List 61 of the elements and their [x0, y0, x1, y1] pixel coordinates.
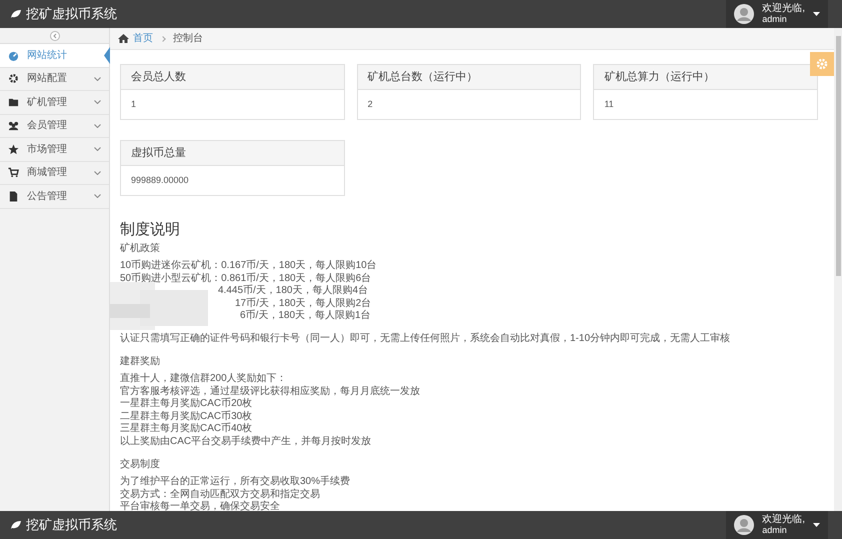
settings-button[interactable] — [810, 52, 834, 76]
cart-icon — [8, 167, 19, 178]
user-name: admin — [762, 525, 788, 535]
folder-icon — [8, 96, 19, 108]
text-line: 认证只需填写正确的证件号码和银行卡号（同一人）即可，无需上传任何照片，系统会自动比对真假，1-10分钟内即可完成，无需人工审核 — [120, 332, 732, 345]
text-line: 4.445币/天，180天，每人限购4台 — [217, 285, 370, 298]
avatar-icon — [734, 4, 754, 24]
card-value: 11 — [603, 98, 615, 111]
text-line: 50币购进小型云矿机：0.861币/天，180天，每人限购6台 — [120, 272, 372, 284]
leaf-icon — [10, 9, 22, 19]
sidebar-item[interactable]: 网站配置 — [0, 68, 109, 91]
sidebar-item[interactable]: 会员管理 — [0, 114, 109, 138]
star-icon — [8, 144, 19, 155]
user-menu[interactable]: 欢迎光临, admin — [726, 0, 828, 28]
users-icon — [8, 120, 19, 132]
gear-icon — [8, 73, 19, 84]
home-icon — [118, 34, 129, 43]
sidebar-item[interactable]: 商城管理 — [0, 162, 109, 185]
card-title: 矿机总台数（运行中） — [358, 65, 580, 90]
card-title: 会员总人数 — [121, 65, 344, 90]
leaf-icon — [10, 520, 22, 530]
user-greeting: 欢迎光临, — [762, 515, 805, 525]
section-title: 制度说明 — [120, 220, 181, 240]
section-heading: 矿机政策 — [120, 242, 161, 255]
text-line: 10币购进迷你云矿机：0.167币/天，180天，每人限购10台 — [120, 260, 378, 272]
text-line: 以上奖励由CAC平台交易手续费中产生，并每月按时发放 — [120, 436, 372, 448]
sidebar-item[interactable]: 公告管理 — [0, 185, 109, 208]
text-line: 三星群主每月奖励CAC币40枚 — [120, 423, 254, 436]
card-value: 999889.00000 — [130, 174, 190, 187]
card-title: 虚拟币总量 — [121, 141, 344, 166]
text-line: 直推十人，建微信群200人奖励如下： — [120, 373, 288, 386]
section-heading: 交易制度 — [120, 458, 161, 471]
card-value: 2 — [366, 98, 374, 111]
card-title: 矿机总算力（运行中） — [594, 65, 817, 90]
breadcrumb-current: 控制台 — [173, 32, 203, 46]
text-line: 平台审核每一单交易，确保交易安全 — [120, 501, 281, 511]
settings-icon — [816, 58, 828, 70]
text-line: 为了维护平台的正常运行，所有交易收取30%手续费 — [120, 476, 352, 488]
section-heading: 建群奖励 — [120, 355, 161, 368]
avatar-icon — [734, 515, 754, 535]
user-menu[interactable]: 欢迎光临, admin — [726, 511, 828, 539]
sidebar-item[interactable]: 市场管理 — [0, 138, 109, 162]
text-line: 6币/天，180天，每人限购1台 — [239, 310, 372, 322]
user-name: admin — [762, 14, 788, 24]
text-line: 官方客服考核评选，通过星级评比获得相应奖励，每月月底统一发放 — [120, 386, 421, 398]
text-line: 17币/天，180天，每人限购2台 — [234, 298, 372, 310]
user-greeting: 欢迎光临, — [762, 4, 805, 14]
text-line: 交易方式：全网自动匹配双方交易和指定交易 — [120, 488, 321, 500]
caret-icon — [813, 523, 820, 527]
sidebar-item[interactable]: 矿机管理 — [0, 91, 109, 114]
file-icon — [8, 190, 19, 202]
text-line: 二星群主每月奖励CAC币30枚 — [120, 410, 254, 422]
scrollbar[interactable] — [834, 28, 842, 511]
caret-icon — [813, 12, 820, 16]
active-pointer-icon — [104, 47, 110, 64]
app-logo[interactable]: 挖矿虚拟币系统 — [10, 515, 117, 535]
gauge-icon — [8, 50, 19, 61]
app-logo[interactable]: 挖矿虚拟币系统 — [10, 4, 117, 24]
collapse-icon[interactable] — [50, 30, 60, 40]
card-value: 1 — [130, 98, 138, 111]
text-line: 一星群主每月奖励CAC币20枚 — [120, 398, 254, 410]
